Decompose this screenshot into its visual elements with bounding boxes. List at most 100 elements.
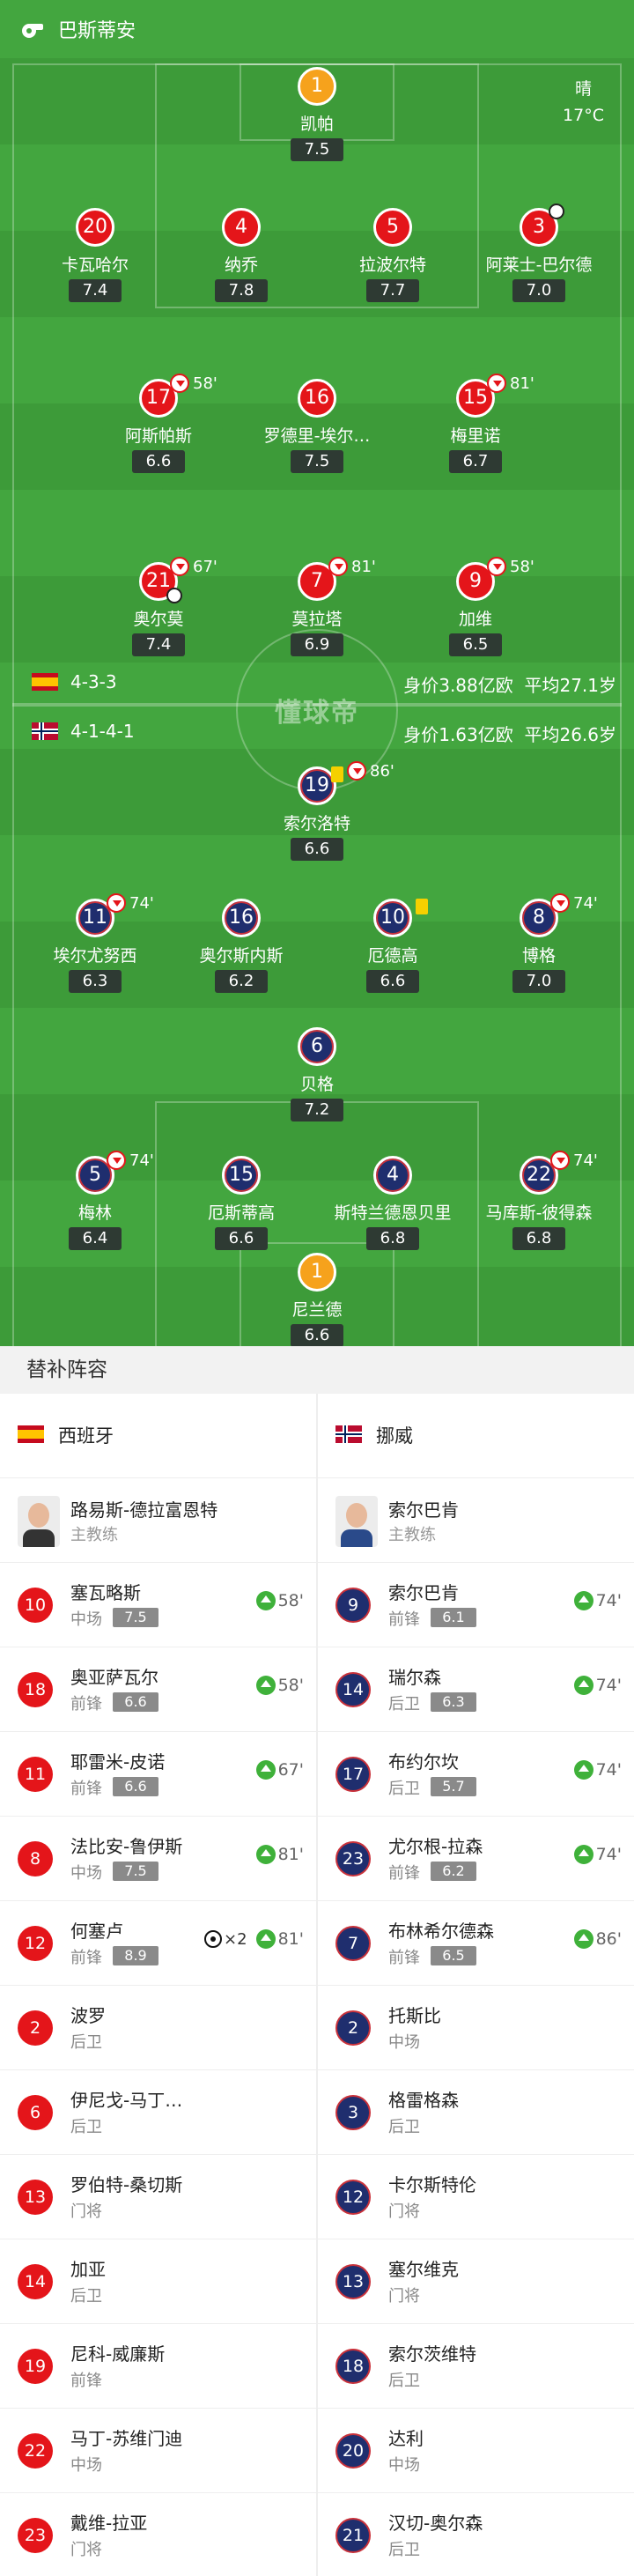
- sub-off-icon: [107, 893, 126, 913]
- sub-player-row[interactable]: 2 波罗 后卫: [0, 1986, 316, 2070]
- player-spain-gk[interactable]: 1 凯帕 7.5: [229, 67, 405, 161]
- player-norway-rm[interactable]: 8 74' 博格 7.0: [451, 893, 627, 993]
- sub-in-info: 74': [573, 1676, 622, 1695]
- player-name: 卡尔斯特伦: [388, 2174, 476, 2195]
- sub-player-row[interactable]: 23 戴维-拉亚 门将: [0, 2493, 316, 2576]
- player-number: 13: [18, 2180, 53, 2215]
- sub-player-row[interactable]: 14 加亚 后卫: [0, 2239, 316, 2324]
- player-spain-lb[interactable]: 3 阿莱士-巴尔德 7.0: [451, 204, 627, 302]
- player-spain-lw[interactable]: 21 67' 奥尔莫 7.4: [70, 557, 247, 656]
- sub-minute: 81': [351, 557, 376, 576]
- sub-off-badge: 81': [487, 374, 534, 393]
- sub-player-row[interactable]: 21 汉切-奥尔森 后卫: [318, 2493, 634, 2576]
- player-name: 耶雷米-皮诺: [70, 1751, 166, 1773]
- sub-minute: 67': [193, 557, 217, 576]
- player-number: 11: [18, 1757, 53, 1792]
- player-rating: 6.6: [291, 838, 343, 861]
- sub-in-info: 58': [255, 1676, 304, 1695]
- player-norway-st[interactable]: 19 86' 索尔洛特 6.6: [229, 761, 405, 861]
- player-spain-cm3[interactable]: 15 81' 梅里诺 6.7: [387, 374, 564, 473]
- sub-player-row[interactable]: 13 罗伯特-桑切斯 门将: [0, 2155, 316, 2239]
- sub-in-icon: [255, 1929, 276, 1949]
- player-position: 中场: [388, 2033, 420, 2052]
- sub-in-info: 67': [255, 1760, 304, 1780]
- player-norway-rb[interactable]: 22 74' 马库斯-彼得森 6.8: [451, 1151, 627, 1250]
- weather-info: 晴 17°C: [563, 76, 604, 129]
- player-position: 前锋: [70, 1949, 102, 1967]
- sub-in-icon: [255, 1845, 276, 1864]
- sub-player-row[interactable]: 11 耶雷米-皮诺 前锋 6.6 67': [0, 1732, 316, 1817]
- player-name: 法比安-鲁伊斯: [70, 1836, 183, 1857]
- sub-player-row[interactable]: 19 尼科-威廉斯 前锋: [0, 2324, 316, 2409]
- player-name: 托斯比: [388, 2005, 441, 2026]
- player-rating: 6.6: [215, 1227, 268, 1250]
- sub-player-row[interactable]: 18 索尔茨维特 后卫: [318, 2324, 634, 2409]
- sub-player-row[interactable]: 3 格雷格森 后卫: [318, 2070, 634, 2155]
- player-position: 前锋: [388, 1864, 420, 1883]
- sub-off-icon: [550, 1151, 570, 1170]
- sub-in-info: 58': [255, 1591, 304, 1610]
- player-name: 波罗: [70, 2005, 106, 2026]
- player-name: 贝格: [299, 1075, 334, 1094]
- sub-player-row[interactable]: 2 托斯比 中场: [318, 1986, 634, 2070]
- player-number: 6: [298, 1027, 336, 1066]
- player-norway-cb1[interactable]: 15 厄斯蒂高 6.6: [153, 1156, 329, 1250]
- sub-player-row[interactable]: 14 瑞尔森 后卫 6.3 74': [318, 1647, 634, 1732]
- right-coach-row[interactable]: 索尔巴肯 主教练: [318, 1478, 634, 1563]
- player-position: 后卫: [70, 2033, 102, 2052]
- player-spain-cb1[interactable]: 4 纳乔 7.8: [153, 208, 329, 302]
- player-spain-cm1[interactable]: 17 58' 阿斯帕斯 6.6: [70, 374, 247, 473]
- player-rating: 7.8: [215, 279, 268, 302]
- player-rating: 6.1: [431, 1608, 476, 1627]
- player-spain-cm2[interactable]: 16 罗德里-埃尔… 7.5: [229, 379, 405, 473]
- sub-player-row[interactable]: 13 塞尔维克 门将: [318, 2239, 634, 2324]
- sub-player-row[interactable]: 17 布约尔坎 后卫 5.7 74': [318, 1732, 634, 1817]
- player-name: 罗伯特-桑切斯: [70, 2174, 183, 2195]
- sub-player-row[interactable]: 12 卡尔斯特伦 门将: [318, 2155, 634, 2239]
- sub-in-minute: 86': [595, 1929, 622, 1949]
- norway-formation: 4-1-4-1: [70, 721, 135, 742]
- right-team-header: 挪威: [318, 1394, 634, 1478]
- sub-player-row[interactable]: 6 伊尼戈-马丁… 后卫: [0, 2070, 316, 2155]
- player-name: 瑞尔森: [388, 1667, 441, 1688]
- player-position: 门将: [70, 2202, 102, 2221]
- whistle-icon[interactable]: [19, 19, 44, 39]
- player-rating: 6.8: [366, 1227, 419, 1250]
- player-position: 中场: [70, 2456, 102, 2475]
- player-rating: 6.7: [449, 450, 502, 473]
- sub-minute: 74': [129, 893, 154, 913]
- sub-off-badge: 58': [487, 557, 534, 576]
- player-norway-cm1[interactable]: 16 奥尔斯内斯 6.2: [153, 899, 329, 993]
- sub-player-row[interactable]: 22 马丁-苏维门迪 中场: [0, 2409, 316, 2493]
- player-number: 14: [335, 1672, 371, 1707]
- left-team-header: 西班牙: [0, 1394, 316, 1478]
- sub-off-badge: 74': [107, 893, 154, 913]
- sub-in-info: 74': [573, 1591, 622, 1610]
- spain-flag-icon: [18, 1425, 44, 1443]
- player-spain-st[interactable]: 7 81' 莫拉塔 6.9: [229, 557, 405, 656]
- player-name: 莫拉塔: [291, 610, 343, 629]
- sub-player-row[interactable]: 7 布林希尔德森 前锋 6.5 86': [318, 1901, 634, 1986]
- player-number: 21: [335, 2518, 371, 2553]
- player-rating: 7.0: [512, 279, 565, 302]
- player-name: 达利: [388, 2428, 424, 2449]
- sub-player-row[interactable]: 10 塞瓦略斯 中场 7.5 58': [0, 1563, 316, 1647]
- sub-player-row[interactable]: 23 尤尔根-拉森 前锋 6.2 74': [318, 1817, 634, 1901]
- spain-team-stats: 身价3.88亿欧 平均27.1岁: [403, 671, 616, 697]
- player-spain-rw[interactable]: 9 58' 加维 6.5: [387, 557, 564, 656]
- player-position: 门将: [388, 2202, 420, 2221]
- sub-minute: 74': [573, 1151, 598, 1170]
- norway-team-stats: 身价1.63亿欧 平均26.6岁: [403, 721, 616, 746]
- sub-player-row[interactable]: 9 索尔巴肯 前锋 6.1 74': [318, 1563, 634, 1647]
- sub-in-minute: 74': [595, 1760, 622, 1780]
- player-norway-dm[interactable]: 6 贝格 7.2: [229, 1027, 405, 1121]
- player-norway-gk[interactable]: 1 尼兰德 6.6: [229, 1253, 405, 1346]
- sub-player-row[interactable]: 18 奥亚萨瓦尔 前锋 6.6 58': [0, 1647, 316, 1732]
- sub-player-row[interactable]: 20 达利 中场: [318, 2409, 634, 2493]
- player-name: 尤尔根-拉森: [388, 1836, 483, 1857]
- sub-player-row[interactable]: 8 法比安-鲁伊斯 中场 7.5 81': [0, 1817, 316, 1901]
- player-number: 10: [18, 1588, 53, 1623]
- sub-player-row[interactable]: 12 何塞卢 前锋 8.9 ×2 81': [0, 1901, 316, 1986]
- left-coach-row[interactable]: 路易斯-德拉富恩特 主教练: [0, 1478, 316, 1563]
- coach-name: 路易斯-德拉富恩特: [70, 1499, 218, 1521]
